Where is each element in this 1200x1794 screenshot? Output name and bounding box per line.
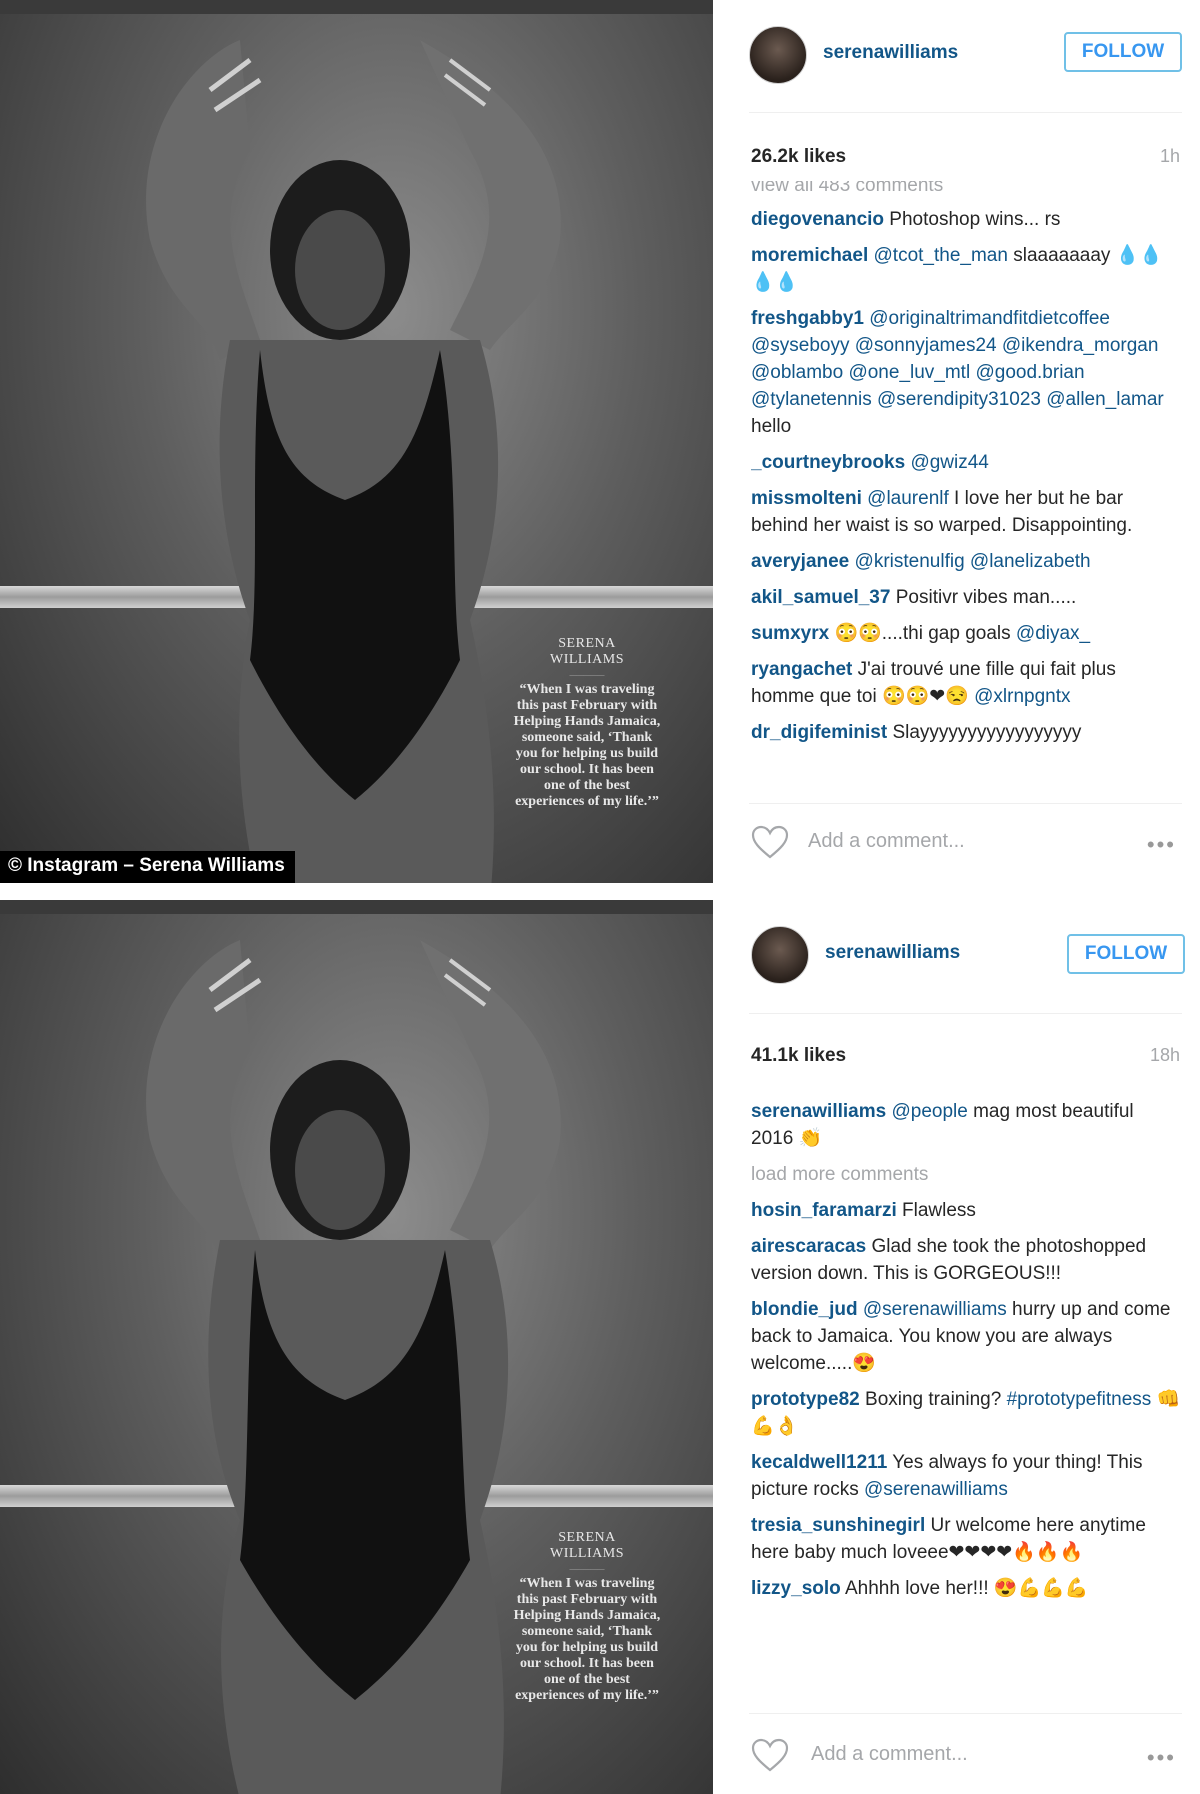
comment: ryangachet J'ai trouvé une fille qui fai… [751,656,1181,710]
avatar[interactable] [751,926,809,984]
comment-text: Ahhhh love her!!! 😍💪💪💪 [840,1578,1089,1599]
comment-text: Flawless [896,1200,976,1221]
likes-count[interactable]: 41.1k likes [751,1045,846,1067]
comment-username-link[interactable]: diegovenancio [751,209,884,230]
post-photo[interactable]: SERENA WILLIAMS ————— “When I was travel… [0,0,713,883]
comment-text: Photoshop wins... rs [884,209,1061,230]
comment: averyjanee @kristenulfig @lanelizabeth [751,548,1181,575]
divider [749,1013,1182,1014]
magazine-caption-sub: ————— [569,1565,605,1573]
view-all-comments-link[interactable]: view all 483 comments [751,181,1181,197]
mention-link[interactable]: #prototypefitness [1007,1389,1152,1410]
comment-list[interactable]: serenawilliams @people mag most beautifu… [751,1098,1181,1695]
add-comment-input[interactable]: Add a comment... [808,830,965,853]
divider [749,112,1182,113]
comment: tresia_sunshinegirl Ur welcome here anyt… [751,1512,1181,1566]
comment-username-link[interactable]: lizzy_solo [751,1578,841,1599]
comment-username-link[interactable]: prototype82 [751,1389,860,1410]
post-time[interactable]: 18h [1150,1045,1180,1066]
comment-username-link[interactable]: freshgabby1 [751,308,864,329]
load-more-comments-link[interactable]: load more comments [751,1161,1181,1188]
comment-username-link[interactable]: dr_digifeminist [751,722,887,743]
comment: missmolteni @laurenlf I love her but he … [751,485,1181,539]
instagram-post-1: SERENA WILLIAMS ————— “When I was travel… [0,0,1200,883]
magazine-caption-quote: “When I was traveling this past February… [513,1576,661,1703]
comment: prototype82 Boxing training? #prototypef… [751,1386,1181,1440]
post-photo[interactable]: SERENA WILLIAMS ————— “When I was travel… [0,900,713,1794]
follow-button[interactable]: FOLLOW [1064,32,1182,72]
mention-link[interactable]: @laurenlf [867,488,949,509]
mention-link[interactable]: @kristenulfig @lanelizabeth [855,551,1091,572]
mention-link[interactable]: @serenawilliams [863,1299,1007,1320]
comment: moremichael @tcot_the_man slaaaaaaay 💧💧💧… [751,242,1181,296]
comment-username-link[interactable]: moremichael [751,245,868,266]
comment: serenawilliams @people mag most beautifu… [751,1098,1181,1152]
comment-text: Boxing training? [859,1389,1007,1410]
comment: diegovenancio Photoshop wins... rs [751,206,1181,233]
comment-username-link[interactable]: averyjanee [751,551,849,572]
photo-credit: © Instagram – Serena Williams [0,851,295,883]
comment-list[interactable]: view all 483 comments diegovenancio Phot… [751,181,1181,793]
comment: kecaldwell1211 Yes always fo your thing!… [751,1449,1181,1503]
comment-username-link[interactable]: akil_samuel_37 [751,587,890,608]
divider [749,803,1182,804]
mention-link[interactable]: @serenawilliams [864,1479,1008,1500]
comment-username-link[interactable]: _courtneybrooks [751,452,905,473]
mention-link[interactable]: @tcot_the_man [874,245,1008,266]
divider [749,1713,1182,1714]
comment: _courtneybrooks @gwiz44 [751,449,1181,476]
more-options-button[interactable]: ••• [1147,1745,1176,1771]
comment-username-link[interactable]: kecaldwell1211 [751,1452,887,1473]
mention-link[interactable]: @people [891,1101,967,1122]
post-separator [0,883,1200,900]
comment: blondie_jud @serenawilliams hurry up and… [751,1296,1181,1377]
magazine-caption-sub: ————— [569,671,605,679]
add-comment-input[interactable]: Add a comment... [811,1743,968,1766]
magazine-caption-name: SERENA WILLIAMS [550,636,624,667]
comment-username-link[interactable]: tresia_sunshinegirl [751,1515,925,1536]
mention-link[interactable]: @xlrnpgntx [974,686,1070,707]
comment-username-link[interactable]: missmolteni [751,488,862,509]
mention-link[interactable]: @diyax_ [1016,623,1090,644]
more-options-button[interactable]: ••• [1147,832,1176,858]
follow-button[interactable]: FOLLOW [1067,934,1185,974]
comment: freshgabby1 @originaltrimandfitdietcoffe… [751,305,1181,440]
heart-icon[interactable] [751,1738,789,1772]
instagram-post-2: SERENA WILLIAMS ————— “When I was travel… [0,900,1200,1794]
post-sidebar: serenawilliams FOLLOW 41.1k likes 18h se… [713,900,1200,1794]
comment-text: Positivr vibes man..... [890,587,1077,608]
comment: lizzy_solo Ahhhh love her!!! 😍💪💪💪 [751,1575,1181,1602]
avatar[interactable] [749,26,807,84]
magazine-caption: SERENA WILLIAMS ————— “When I was travel… [512,636,662,810]
comment: hosin_faramarzi Flawless [751,1197,1181,1224]
comment: dr_digifeminist Slayyyyyyyyyyyyyyyyy [751,719,1181,746]
magazine-caption: SERENA WILLIAMS ————— “When I was travel… [512,1530,662,1704]
pull-up-bar [0,900,713,914]
heart-icon[interactable] [751,825,789,859]
mention-link[interactable]: @gwiz44 [910,452,988,473]
pull-up-bar [0,0,713,14]
comment-username-link[interactable]: hosin_faramarzi [751,1200,897,1221]
username-link[interactable]: serenawilliams [823,42,958,64]
post-sidebar: serenawilliams FOLLOW 26.2k likes 1h vie… [713,0,1200,883]
magazine-caption-name: SERENA WILLIAMS [550,1530,624,1561]
comment: sumxyrx 😳😳....thi gap goals @diyax_ [751,620,1181,647]
post-header: serenawilliams FOLLOW [713,900,1200,1010]
comment-username-link[interactable]: blondie_jud [751,1299,858,1320]
post-time[interactable]: 1h [1160,146,1180,167]
comment-text: hello [751,416,792,437]
magazine-caption-quote: “When I was traveling this past February… [513,682,661,809]
likes-count[interactable]: 26.2k likes [751,146,846,168]
comment: akil_samuel_37 Positivr vibes man..... [751,584,1181,611]
comment-username-link[interactable]: airescaracas [751,1236,866,1257]
comment-username-link[interactable]: ryangachet [751,659,852,680]
comment-username-link[interactable]: sumxyrx [751,623,829,644]
comment-text: 😳😳....thi gap goals [829,623,1016,644]
username-link[interactable]: serenawilliams [825,942,960,964]
comment: airescaracas Glad she took the photoshop… [751,1233,1181,1287]
comment-username-link[interactable]: serenawilliams [751,1101,886,1122]
comment-text: Slayyyyyyyyyyyyyyyyy [887,722,1082,743]
post-header: serenawilliams FOLLOW [713,0,1200,110]
